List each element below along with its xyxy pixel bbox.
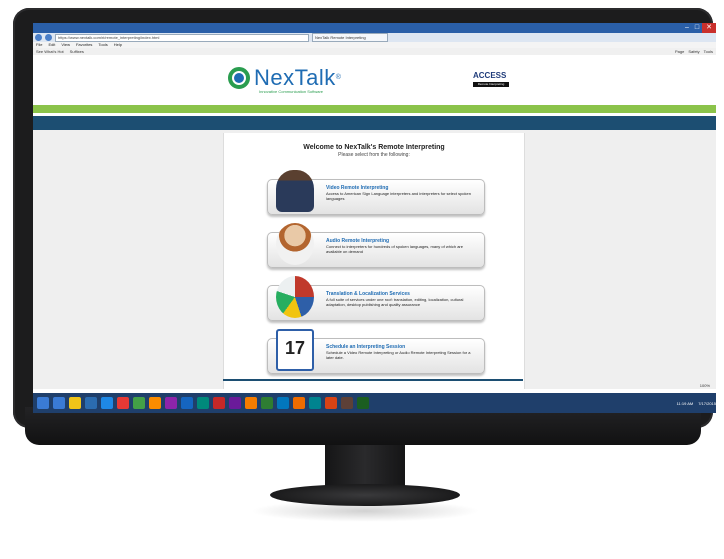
access-logo: ACCESS Remote Interpreting bbox=[473, 71, 509, 87]
access-logo-sub: Remote Interpreting bbox=[473, 82, 509, 87]
monitor-screen: – □ ✕ https://www.nextalk.com/ri/remote_… bbox=[33, 23, 716, 413]
taskbar-app-icon[interactable] bbox=[293, 397, 305, 409]
taskbar-app-icon[interactable] bbox=[181, 397, 193, 409]
taskbar-app-icon[interactable] bbox=[325, 397, 337, 409]
service-description: Schedule a Video Remote Interpreting or … bbox=[326, 350, 471, 360]
maximize-icon[interactable]: □ bbox=[692, 23, 702, 33]
taskbar-app-icon[interactable] bbox=[53, 397, 65, 409]
site-header: NexTalk® Innovative Communication Softwa… bbox=[33, 55, 716, 105]
access-logo-text: ACCESS bbox=[473, 71, 507, 80]
web-page: NexTalk® Innovative Communication Softwa… bbox=[33, 55, 716, 389]
taskbar-app-icon[interactable] bbox=[309, 397, 321, 409]
nextalk-logo-icon bbox=[228, 67, 250, 89]
taskbar-app-icon[interactable] bbox=[69, 397, 81, 409]
taskbar-app-icon[interactable] bbox=[229, 397, 241, 409]
taskbar-apps bbox=[53, 397, 369, 409]
audio-remote-interpreting-button[interactable]: Audio Remote Interpreting Connect to int… bbox=[267, 223, 485, 268]
zoom-level[interactable]: 100% bbox=[700, 383, 710, 388]
start-button[interactable] bbox=[37, 397, 49, 409]
taskbar-app-icon[interactable] bbox=[213, 397, 225, 409]
sign-language-interpreter-photo bbox=[276, 170, 314, 212]
url-field[interactable]: https://www.nextalk.com/ri/remote_interp… bbox=[55, 33, 309, 42]
page-subtitle: Please select from the following: bbox=[338, 152, 410, 158]
address-bar-row: https://www.nextalk.com/ri/remote_interp… bbox=[33, 33, 716, 42]
taskbar-app-icon[interactable] bbox=[277, 397, 289, 409]
flag-globe-photo bbox=[276, 276, 314, 318]
nextalk-logo[interactable]: NexTalk® bbox=[228, 67, 341, 89]
favorite-item[interactable]: See What's Hot bbox=[36, 48, 64, 55]
monitor-stand-base bbox=[270, 484, 460, 506]
taskbar-app-icon[interactable] bbox=[357, 397, 369, 409]
translation-services-button[interactable]: Translation & Localization Services A fu… bbox=[267, 276, 485, 321]
window-controls: – □ ✕ bbox=[682, 23, 716, 33]
logo-text: NexTalk bbox=[254, 65, 336, 90]
taskbar-app-icon[interactable] bbox=[85, 397, 97, 409]
clock-time[interactable]: 11:19 AM bbox=[677, 401, 694, 406]
windows-taskbar: 11:19 AM 7/17/2015 bbox=[33, 393, 716, 413]
page-menu-button[interactable]: Page bbox=[675, 48, 684, 55]
taskbar-app-icon[interactable] bbox=[261, 397, 273, 409]
page-title: Welcome to NexTalk's Remote Interpreting bbox=[303, 144, 445, 151]
headset-operator-photo bbox=[276, 223, 314, 265]
service-description: Access to American Sign Language interpr… bbox=[326, 191, 471, 201]
taskbar-app-icon[interactable] bbox=[117, 397, 129, 409]
system-tray: 11:19 AM 7/17/2015 bbox=[677, 393, 716, 413]
taskbar-app-icon[interactable] bbox=[197, 397, 209, 409]
taskbar-app-icon[interactable] bbox=[341, 397, 353, 409]
forward-button[interactable] bbox=[45, 34, 52, 41]
minimize-icon[interactable]: – bbox=[682, 23, 692, 33]
browser-titlebar: – □ ✕ bbox=[33, 23, 716, 33]
close-icon[interactable]: ✕ bbox=[702, 23, 716, 33]
taskbar-app-icon[interactable] bbox=[149, 397, 161, 409]
safety-menu-button[interactable]: Safety bbox=[688, 48, 699, 55]
logo-tagline: Innovative Communication Software bbox=[259, 89, 324, 94]
calendar-icon: 17 bbox=[276, 329, 314, 371]
taskbar-app-icon[interactable] bbox=[101, 397, 113, 409]
clock-date[interactable]: 7/17/2015 bbox=[698, 401, 716, 406]
page-footer-line bbox=[223, 379, 523, 381]
tab-nextalk[interactable]: NexTalk Remote Interpreting bbox=[312, 33, 388, 42]
schedule-session-button[interactable]: 17 Schedule an Interpreting Session Sche… bbox=[267, 329, 485, 374]
back-button[interactable] bbox=[35, 34, 42, 41]
service-description: Connect to interpreters for hundreds of … bbox=[326, 244, 463, 254]
blue-nav-band bbox=[33, 116, 716, 130]
taskbar-app-icon[interactable] bbox=[165, 397, 177, 409]
logo-registered: ® bbox=[335, 74, 342, 81]
service-description: A full suite of services under one roof:… bbox=[326, 297, 464, 307]
taskbar-app-icon[interactable] bbox=[245, 397, 257, 409]
calendar-day: 17 bbox=[284, 338, 306, 358]
menu-tools[interactable]: Tools bbox=[98, 42, 107, 48]
tools-menu-button[interactable]: Tools bbox=[704, 48, 713, 55]
content-panel: Welcome to NexTalk's Remote Interpreting… bbox=[223, 133, 525, 389]
video-remote-interpreting-button[interactable]: Video Remote Interpreting Access to Amer… bbox=[267, 170, 485, 215]
green-band bbox=[33, 105, 716, 113]
taskbar-app-icon[interactable] bbox=[133, 397, 145, 409]
menu-help[interactable]: Help bbox=[114, 42, 122, 48]
favorite-item[interactable]: Suffixes bbox=[70, 48, 84, 55]
